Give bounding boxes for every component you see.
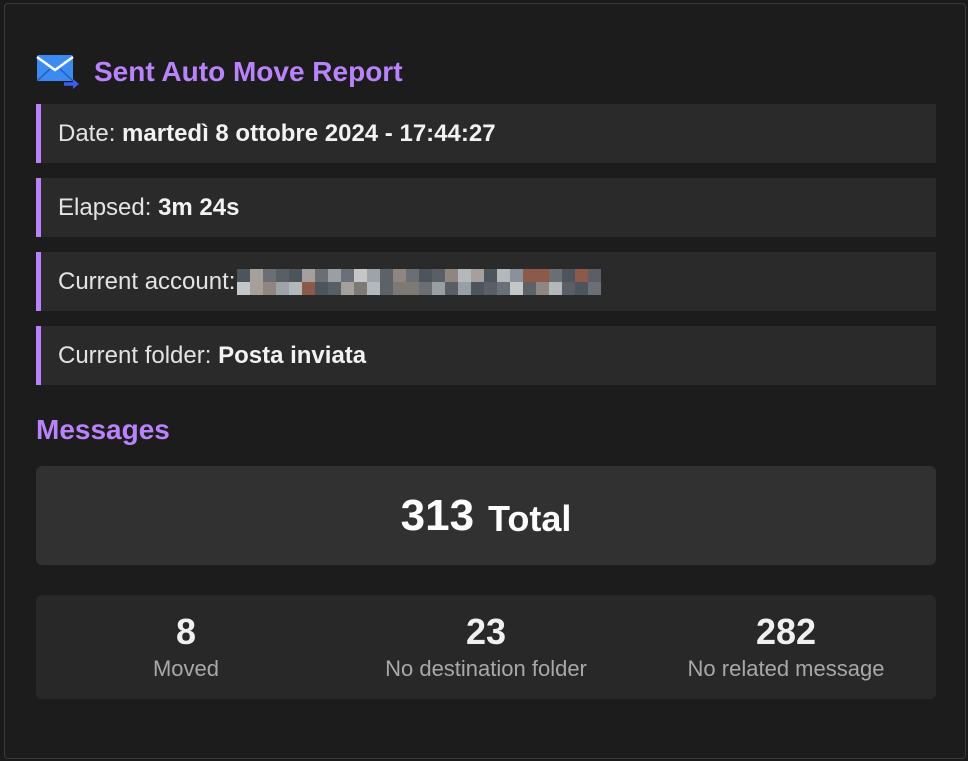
report-title: Sent Auto Move Report: [94, 56, 403, 87]
redaction-pixel: [536, 281, 550, 295]
redacted-account-value: [237, 268, 602, 295]
redaction-pixel: [575, 268, 589, 282]
redaction-pixel: [354, 268, 368, 282]
redaction-pixel: [341, 268, 355, 282]
redaction-pixel: [263, 268, 277, 282]
stat-label: No related message: [687, 655, 885, 681]
elapsed-value: 3m 24s: [158, 193, 240, 221]
stat-value: 8: [175, 611, 197, 653]
redaction-pixel: [445, 268, 459, 282]
redaction-pixel: [497, 268, 511, 282]
redaction-pixel: [536, 268, 550, 282]
redaction-pixel: [432, 281, 446, 295]
redaction-pixel: [276, 268, 290, 282]
redaction-pixel: [484, 281, 498, 295]
redaction-pixel: [575, 281, 589, 295]
redaction-pixel: [237, 268, 251, 282]
redaction-pixel: [562, 281, 576, 295]
total-value: 313: [400, 490, 475, 540]
stat-no-destination-folder: 23 No destination folder: [336, 595, 636, 699]
folder-row: Current folder: Posta inviata: [36, 326, 936, 385]
redaction-pixel: [276, 281, 290, 295]
redaction-pixel: [419, 281, 433, 295]
redaction-pixel: [315, 268, 329, 282]
folder-label: Current folder:: [58, 341, 212, 369]
total-label: Total: [488, 497, 572, 539]
redaction-pixel: [458, 281, 472, 295]
mail-forward-icon: [36, 55, 79, 89]
redaction-pixel: [380, 268, 394, 282]
redaction-pixel: [380, 281, 394, 295]
redaction-pixel: [250, 281, 264, 295]
redaction-pixel: [588, 268, 602, 282]
redaction-pixel: [263, 281, 277, 295]
message-stats: 8 Moved 23 No destination folder 282 No …: [36, 595, 936, 699]
stat-value: 282: [755, 611, 817, 653]
redaction-pixel: [523, 281, 537, 295]
stat-no-related-message: 282 No related message: [636, 595, 936, 699]
report-header: Sent Auto Move Report: [36, 52, 403, 92]
redaction-pixel: [588, 281, 602, 295]
account-row: Current account:: [36, 252, 936, 311]
redaction-pixel: [471, 281, 485, 295]
redaction-pixel: [367, 281, 381, 295]
redaction-pixel: [250, 268, 264, 282]
redaction-pixel: [341, 281, 355, 295]
stat-moved: 8 Moved: [36, 595, 336, 699]
redaction-pixel: [289, 268, 303, 282]
stat-value: 23: [465, 611, 507, 653]
redaction-pixel: [302, 281, 316, 295]
folder-value: Posta inviata: [218, 341, 367, 369]
redaction-pixel: [393, 281, 407, 295]
redaction-pixel: [354, 281, 368, 295]
redaction-pixel: [510, 268, 524, 282]
date-label: Date:: [58, 119, 116, 147]
stat-label: Moved: [152, 655, 220, 681]
account-label: Current account:: [58, 267, 236, 295]
total-messages-card: 313 Total: [36, 466, 936, 565]
redaction-pixel: [406, 268, 420, 282]
redaction-pixel: [367, 268, 381, 282]
redaction-pixel: [562, 268, 576, 282]
messages-section-title: Messages: [36, 414, 170, 445]
redaction-pixel: [510, 281, 524, 295]
redaction-pixel: [289, 281, 303, 295]
date-row: Date: martedì 8 ottobre 2024 - 17:44:27: [36, 104, 936, 163]
redaction-pixel: [484, 268, 498, 282]
elapsed-label: Elapsed:: [58, 193, 152, 221]
redaction-pixel: [328, 268, 342, 282]
redaction-pixel: [432, 268, 446, 282]
redaction-pixel: [471, 268, 485, 282]
redaction-pixel: [419, 268, 433, 282]
redaction-pixel: [445, 281, 459, 295]
redaction-pixel: [328, 281, 342, 295]
redaction-pixel: [406, 281, 420, 295]
redaction-pixel: [549, 268, 563, 282]
redaction-pixel: [497, 281, 511, 295]
redaction-pixel: [523, 268, 537, 282]
redaction-pixel: [237, 281, 251, 295]
redaction-pixel: [302, 268, 316, 282]
redaction-pixel: [549, 281, 563, 295]
redaction-pixel: [458, 268, 472, 282]
stat-label: No destination folder: [385, 655, 587, 681]
redaction-pixel: [315, 281, 329, 295]
date-value: martedì 8 ottobre 2024 - 17:44:27: [122, 119, 496, 147]
redaction-pixel: [393, 268, 407, 282]
elapsed-row: Elapsed: 3m 24s: [36, 178, 936, 237]
